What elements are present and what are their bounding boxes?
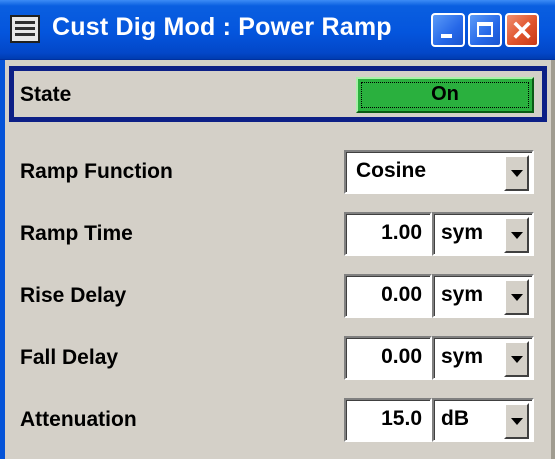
minimize-icon bbox=[441, 34, 452, 38]
attenuation-unit-select[interactable]: dB bbox=[432, 398, 534, 442]
attenuation-value: 15.0 bbox=[381, 407, 422, 430]
attenuation-unit-dropdown-button[interactable] bbox=[504, 403, 529, 439]
rise-delay-unit-select[interactable]: sym bbox=[432, 274, 534, 318]
attenuation-label: Attenuation bbox=[20, 408, 137, 431]
maximize-button[interactable] bbox=[468, 13, 502, 47]
window-right-border bbox=[551, 60, 555, 459]
chevron-down-icon bbox=[511, 418, 523, 425]
attenuation-unit: dB bbox=[441, 407, 469, 430]
maximize-icon bbox=[477, 22, 493, 37]
minimize-button[interactable] bbox=[431, 13, 465, 47]
window-left-border bbox=[0, 60, 5, 459]
ramp-time-unit: sym bbox=[441, 221, 484, 244]
fall-delay-input[interactable]: 0.00 bbox=[344, 336, 432, 380]
ramp-function-label: Ramp Function bbox=[20, 160, 173, 183]
close-icon: ✕ bbox=[510, 16, 534, 46]
fall-delay-unit-select[interactable]: sym bbox=[432, 336, 534, 380]
ramp-time-input[interactable]: 1.00 bbox=[344, 212, 432, 256]
ramp-time-unit-dropdown-button[interactable] bbox=[504, 217, 529, 253]
power-ramp-window: Cust Dig Mod : Power Ramp ✕ State On Ram… bbox=[0, 0, 555, 459]
close-button[interactable]: ✕ bbox=[505, 13, 539, 47]
fall-delay-label: Fall Delay bbox=[20, 346, 119, 369]
rise-delay-unit: sym bbox=[441, 283, 484, 306]
rise-delay-unit-dropdown-button[interactable] bbox=[504, 279, 529, 315]
fall-delay-unit: sym bbox=[441, 345, 484, 368]
ramp-function-value: Cosine bbox=[356, 159, 427, 182]
ramp-function-dropdown-button[interactable] bbox=[504, 155, 529, 191]
state-label: State bbox=[20, 83, 72, 106]
title-bar[interactable]: Cust Dig Mod : Power Ramp ✕ bbox=[0, 0, 555, 60]
state-row-focus-frame: State On bbox=[9, 66, 547, 122]
focus-rect bbox=[361, 82, 529, 108]
rise-delay-input[interactable]: 0.00 bbox=[344, 274, 432, 318]
ramp-time-value: 1.00 bbox=[381, 221, 422, 244]
ramp-function-select[interactable]: Cosine bbox=[344, 150, 534, 194]
fall-delay-unit-dropdown-button[interactable] bbox=[504, 341, 529, 377]
keyboard-icon[interactable] bbox=[10, 15, 40, 43]
attenuation-input[interactable]: 15.0 bbox=[344, 398, 432, 442]
ramp-time-unit-select[interactable]: sym bbox=[432, 212, 534, 256]
ramp-time-label: Ramp Time bbox=[20, 222, 133, 245]
state-toggle-button[interactable]: On bbox=[356, 77, 534, 113]
rise-delay-value: 0.00 bbox=[381, 283, 422, 306]
chevron-down-icon bbox=[511, 170, 523, 177]
rise-delay-label: Rise Delay bbox=[20, 284, 127, 307]
chevron-down-icon bbox=[511, 294, 523, 301]
window-title: Cust Dig Mod : Power Ramp bbox=[52, 13, 392, 41]
chevron-down-icon bbox=[511, 232, 523, 239]
fall-delay-value: 0.00 bbox=[381, 345, 422, 368]
chevron-down-icon bbox=[511, 356, 523, 363]
